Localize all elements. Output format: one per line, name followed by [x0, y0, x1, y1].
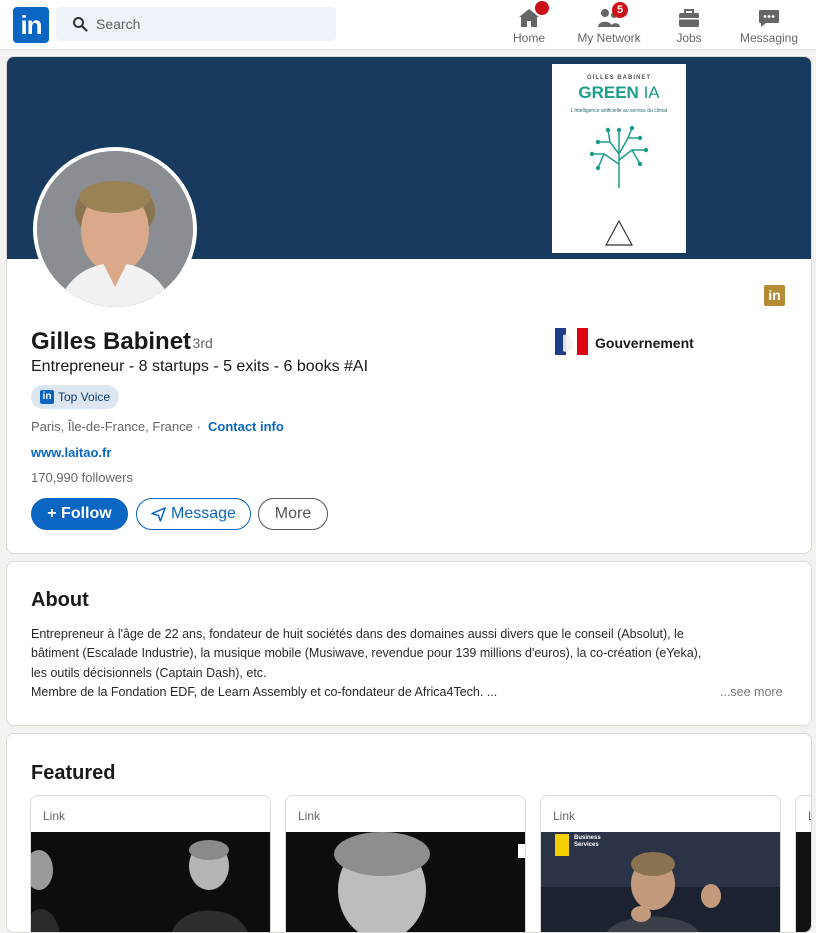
- profile-name: Gilles Babinet: [31, 328, 192, 355]
- featured-title: Featured: [31, 762, 116, 784]
- contact-info-link[interactable]: Contact info: [208, 419, 284, 434]
- thumbnail-overlay-text: Business Services: [574, 835, 601, 848]
- more-button[interactable]: More: [258, 498, 328, 530]
- top-voice-badge[interactable]: in Top Voice: [31, 385, 119, 409]
- about-text-line: Membre de la Fondation EDF, de Learn Ass…: [31, 685, 498, 699]
- website-link[interactable]: www.laitao.fr: [31, 445, 111, 460]
- gouvernement-logo[interactable]: [555, 325, 588, 358]
- network-badge: 5: [612, 2, 628, 18]
- publisher-logo: [604, 219, 634, 246]
- about-text-line: les outils décisionnels (Captain Dash), …: [31, 666, 267, 680]
- featured-item[interactable]: L: [795, 795, 811, 932]
- nav-jobs-label: Jobs: [676, 31, 702, 45]
- top-voice-label: Top Voice: [58, 390, 111, 404]
- message-button[interactable]: Message: [136, 498, 251, 530]
- top-nav: in Home 5 My Network Jobs: [0, 0, 816, 50]
- send-icon: [151, 507, 166, 522]
- nav-messaging-label: Messaging: [739, 31, 799, 45]
- briefcase-icon: [679, 9, 699, 27]
- nav-messaging[interactable]: Messaging: [727, 3, 811, 49]
- profile-avatar[interactable]: [33, 147, 197, 311]
- circuit-tree-illustration: [589, 125, 649, 188]
- linkedin-icon: in: [40, 390, 54, 404]
- linkedin-logo[interactable]: in: [13, 7, 49, 43]
- notification-dot: [533, 0, 551, 17]
- book-cover-image: GILLES BABINET GREEN IA L'intelligence a…: [552, 64, 686, 253]
- featured-card: Featured Link Link Link Business Service…: [6, 733, 812, 933]
- nav-home-label: Home: [512, 31, 545, 45]
- search-input[interactable]: [96, 9, 326, 39]
- profile-location: Paris, Île-de-France, France ·: [31, 419, 201, 434]
- message-button-label: Message: [171, 505, 236, 522]
- profile-photo: [37, 151, 193, 307]
- featured-item[interactable]: Link Business Services: [540, 795, 781, 932]
- follow-button[interactable]: + Follow: [31, 498, 128, 530]
- featured-item[interactable]: Link: [30, 795, 271, 932]
- nav-my-network[interactable]: 5 My Network: [567, 2, 651, 49]
- linkedin-premium-icon: in: [764, 285, 785, 306]
- followers-count: 170,990 followers: [31, 470, 133, 485]
- book-subtitle: L'intelligence artificielle au service d…: [570, 108, 668, 114]
- chat-icon: [759, 10, 779, 27]
- about-text-line: bâtiment (Escalade Industrie), la musiqu…: [31, 646, 702, 660]
- profile-card: GILLES BABINET GREEN IA L'intelligence a…: [6, 56, 812, 554]
- about-card: About Entrepreneur à l'âge de 22 ans, fo…: [6, 561, 812, 726]
- featured-item-label: Link: [43, 809, 66, 823]
- about-text-line: Entrepreneur à l'âge de 22 ans, fondateu…: [31, 627, 684, 641]
- see-more-link[interactable]: ...see more: [720, 685, 783, 699]
- nav-home[interactable]: Home: [487, 0, 571, 49]
- nav-jobs[interactable]: Jobs: [647, 3, 731, 49]
- featured-item-label: L: [808, 809, 811, 823]
- organization-name[interactable]: Gouvernement: [595, 335, 694, 351]
- search-icon: [73, 17, 88, 32]
- nav-my-network-label: My Network: [577, 31, 641, 45]
- connection-degree: · 3rd: [184, 335, 213, 351]
- profile-headline: Entrepreneur - 8 startups - 5 exits - 6 …: [31, 358, 369, 375]
- about-title: About: [31, 589, 89, 611]
- featured-item-label: Link: [553, 809, 576, 823]
- featured-item[interactable]: Link: [285, 795, 526, 932]
- book-author: GILLES BABINET: [586, 75, 651, 81]
- featured-item-label: Link: [298, 809, 321, 823]
- book-title: GREEN IA: [578, 83, 660, 102]
